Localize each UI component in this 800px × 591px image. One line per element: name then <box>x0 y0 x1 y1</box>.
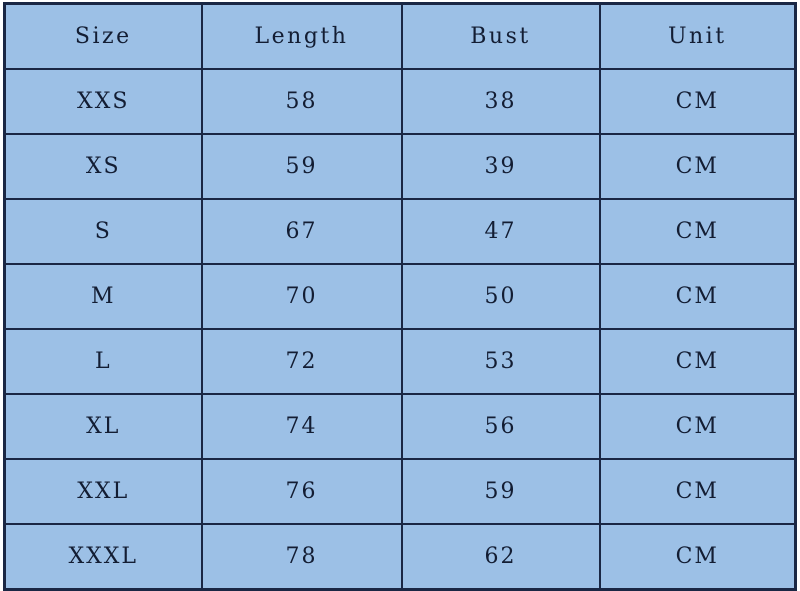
cell-length: 76 <box>200 458 403 525</box>
cell-size: XXS <box>3 68 203 135</box>
cell-unit: CM <box>598 523 797 591</box>
cell-unit: CM <box>598 133 797 200</box>
cell-size: L <box>3 328 203 395</box>
cell-size: XL <box>3 393 203 460</box>
cell-unit: CM <box>598 68 797 135</box>
table-header-row: Size Length Bust Unit <box>3 2 797 70</box>
cell-unit: CM <box>598 328 797 395</box>
cell-length: 72 <box>200 328 403 395</box>
table-row: XXXL 78 62 CM <box>3 523 797 591</box>
size-chart-table: Size Length Bust Unit XXS 58 38 CM XS 59… <box>3 2 797 591</box>
cell-bust: 47 <box>400 198 601 265</box>
cell-unit: CM <box>598 263 797 330</box>
cell-length: 58 <box>200 68 403 135</box>
cell-unit: CM <box>598 393 797 460</box>
cell-size: M <box>3 263 203 330</box>
cell-size: XXXL <box>3 523 203 591</box>
cell-bust: 62 <box>400 523 601 591</box>
cell-length: 74 <box>200 393 403 460</box>
column-header-size: Size <box>3 2 203 70</box>
table-row: XXL 76 59 CM <box>3 458 797 525</box>
cell-bust: 53 <box>400 328 601 395</box>
column-header-length: Length <box>200 2 403 70</box>
table-row: M 70 50 CM <box>3 263 797 330</box>
cell-size: S <box>3 198 203 265</box>
cell-length: 70 <box>200 263 403 330</box>
cell-unit: CM <box>598 198 797 265</box>
cell-bust: 59 <box>400 458 601 525</box>
cell-bust: 56 <box>400 393 601 460</box>
table-row: S 67 47 CM <box>3 198 797 265</box>
column-header-unit: Unit <box>598 2 797 70</box>
table-row: XL 74 56 CM <box>3 393 797 460</box>
table-row: XS 59 39 CM <box>3 133 797 200</box>
cell-size: XXL <box>3 458 203 525</box>
cell-bust: 50 <box>400 263 601 330</box>
cell-bust: 39 <box>400 133 601 200</box>
cell-length: 67 <box>200 198 403 265</box>
cell-length: 78 <box>200 523 403 591</box>
table-row: XXS 58 38 CM <box>3 68 797 135</box>
cell-bust: 38 <box>400 68 601 135</box>
cell-size: XS <box>3 133 203 200</box>
column-header-bust: Bust <box>400 2 601 70</box>
cell-unit: CM <box>598 458 797 525</box>
cell-length: 59 <box>200 133 403 200</box>
table-row: L 72 53 CM <box>3 328 797 395</box>
size-chart-container: Size Length Bust Unit XXS 58 38 CM XS 59… <box>3 2 797 591</box>
